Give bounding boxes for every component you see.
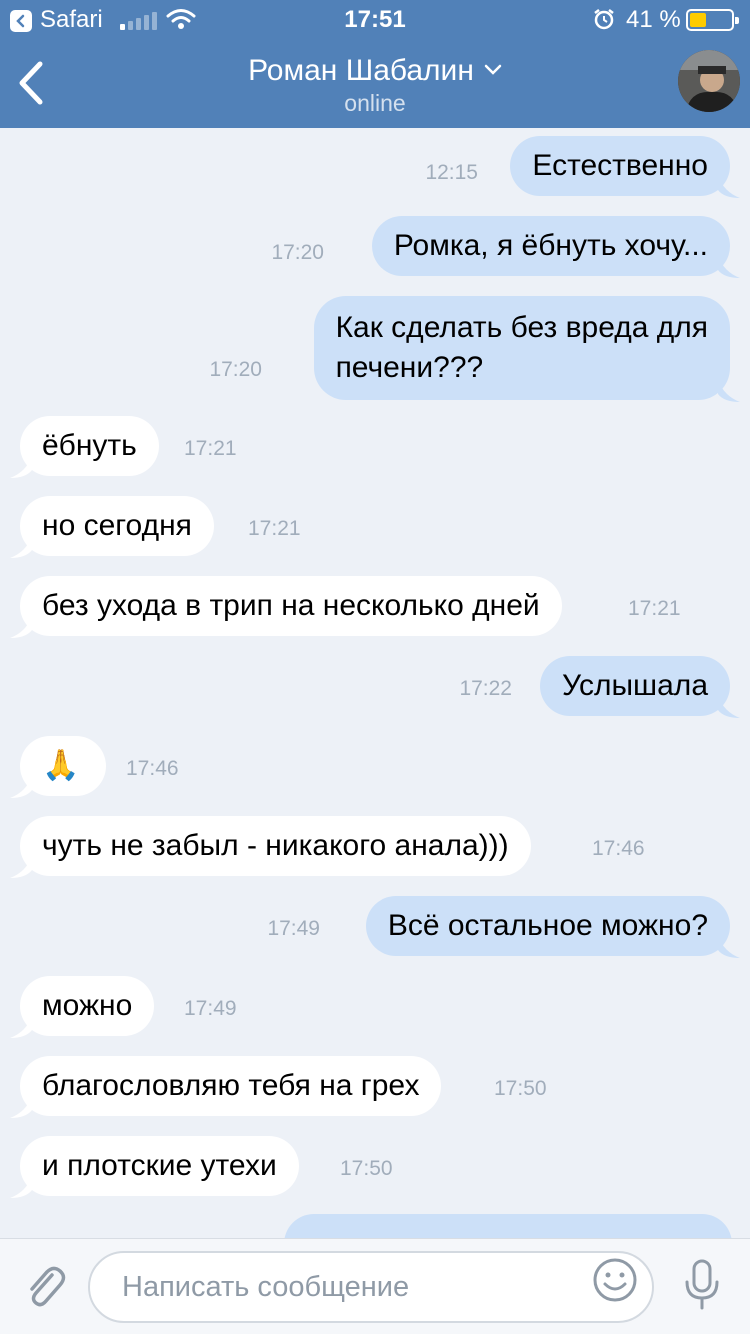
- battery-percentage: 41 %: [626, 6, 681, 33]
- chevron-down-icon: [484, 64, 502, 75]
- message-bubble[interactable]: Всё остальное можно?: [365, 896, 740, 958]
- mic-icon[interactable]: [682, 1258, 722, 1312]
- message-time: 17:21: [184, 437, 237, 460]
- message-time: 17:50: [340, 1157, 393, 1180]
- message-time: 17:21: [248, 517, 301, 540]
- message-bubble[interactable]: без ухода в трип на несколько дней: [10, 576, 562, 638]
- message-text: Ромка, я ёбнуть хочу...: [393, 229, 708, 262]
- message-time: 17:20: [271, 241, 324, 264]
- message-outgoing[interactable]: Всё остальное можно? 17:49: [267, 896, 740, 958]
- message-time: 17:22: [459, 677, 512, 700]
- message-time: 17:49: [267, 917, 320, 940]
- message-bubble-partial[interactable]: [284, 1214, 732, 1238]
- message-text: Услышала: [561, 669, 708, 702]
- avatar[interactable]: [678, 50, 740, 112]
- message-bubble[interactable]: 🙏: [10, 736, 106, 798]
- message-bubble[interactable]: можно: [10, 976, 155, 1038]
- contact-name-button[interactable]: Роман Шабалин: [0, 54, 750, 88]
- message-bubble[interactable]: ёбнуть: [10, 416, 159, 478]
- message-time: 17:46: [126, 757, 179, 780]
- alarm-icon: [594, 9, 614, 30]
- status-bar: Safari 17:51 41 %: [0, 0, 750, 40]
- message-time: 12:15: [425, 161, 478, 184]
- message-outgoing[interactable]: Ромка, я ёбнуть хочу... 17:20: [271, 216, 740, 278]
- message-incoming[interactable]: и плотские утехи 17:50: [10, 1136, 393, 1198]
- message-text: Всё остальное можно?: [387, 909, 708, 942]
- message-incoming[interactable]: без ухода в трип на несколько дней 17:21: [10, 576, 681, 638]
- message-incoming[interactable]: чуть не забыл - никакого анала))) 17:46: [10, 816, 645, 878]
- message-time: 17:49: [184, 997, 237, 1020]
- message-text: но сегодня: [42, 509, 192, 542]
- message-incoming[interactable]: благословляю тебя на грех 17:50: [10, 1056, 547, 1118]
- message-time: 17:20: [209, 358, 262, 381]
- message-incoming[interactable]: 🙏 17:46: [10, 736, 179, 798]
- contact-status: online: [344, 90, 406, 116]
- message-text: чуть не забыл - никакого анала))): [42, 829, 509, 862]
- message-bubble[interactable]: Ромка, я ёбнуть хочу...: [371, 216, 740, 278]
- message-bubble[interactable]: и плотские утехи: [10, 1136, 299, 1198]
- battery-icon: [686, 9, 739, 31]
- message-text: можно: [42, 989, 133, 1022]
- message-text: Как сделать без вреда для печени???: [335, 311, 708, 384]
- message-bubble[interactable]: Услышала: [539, 656, 740, 718]
- message-bubble[interactable]: но сегодня: [10, 496, 214, 558]
- message-incoming[interactable]: можно 17:49: [10, 976, 237, 1038]
- message-text: благословляю тебя на грех: [42, 1069, 420, 1102]
- top-bar: Safari 17:51 41 % Роман Шабалин online: [0, 0, 750, 128]
- message-text: 🙏: [42, 748, 80, 783]
- message-incoming[interactable]: ёбнуть 17:21: [10, 416, 237, 478]
- contact-name: Роман Шабалин: [248, 54, 474, 87]
- message-outgoing[interactable]: Естественно 12:15: [425, 136, 740, 198]
- message-bubble[interactable]: Как сделать без вреда для печени???: [313, 296, 740, 402]
- message-text: без ухода в трип на несколько дней: [42, 589, 540, 622]
- attach-icon[interactable]: [22, 1261, 66, 1311]
- message-bubble[interactable]: благословляю тебя на грех: [10, 1056, 442, 1118]
- message-list[interactable]: Естественно 12:15 Ромка, я ёбнуть хочу..…: [0, 128, 750, 1238]
- message-input[interactable]: Написать сообщение: [88, 1251, 654, 1323]
- message-bubble[interactable]: Естественно: [510, 136, 740, 198]
- battery-fill: [690, 13, 706, 27]
- message-text: и плотские утехи: [42, 1149, 277, 1182]
- message-incoming[interactable]: но сегодня 17:21: [10, 496, 301, 558]
- message-time: 17:50: [494, 1077, 547, 1100]
- message-text: ёбнуть: [42, 429, 137, 462]
- message-bubble[interactable]: чуть не забыл - никакого анала))): [10, 816, 531, 878]
- smile-icon[interactable]: [592, 1257, 638, 1303]
- message-input-placeholder: Написать сообщение: [122, 1271, 410, 1303]
- message-time: 17:46: [592, 837, 645, 860]
- message-outgoing[interactable]: Услышала 17:22: [459, 656, 740, 718]
- message-text: Естественно: [532, 149, 708, 182]
- message-outgoing[interactable]: Как сделать без вреда для печени??? 17:2…: [209, 296, 740, 402]
- message-time: 17:21: [628, 597, 681, 620]
